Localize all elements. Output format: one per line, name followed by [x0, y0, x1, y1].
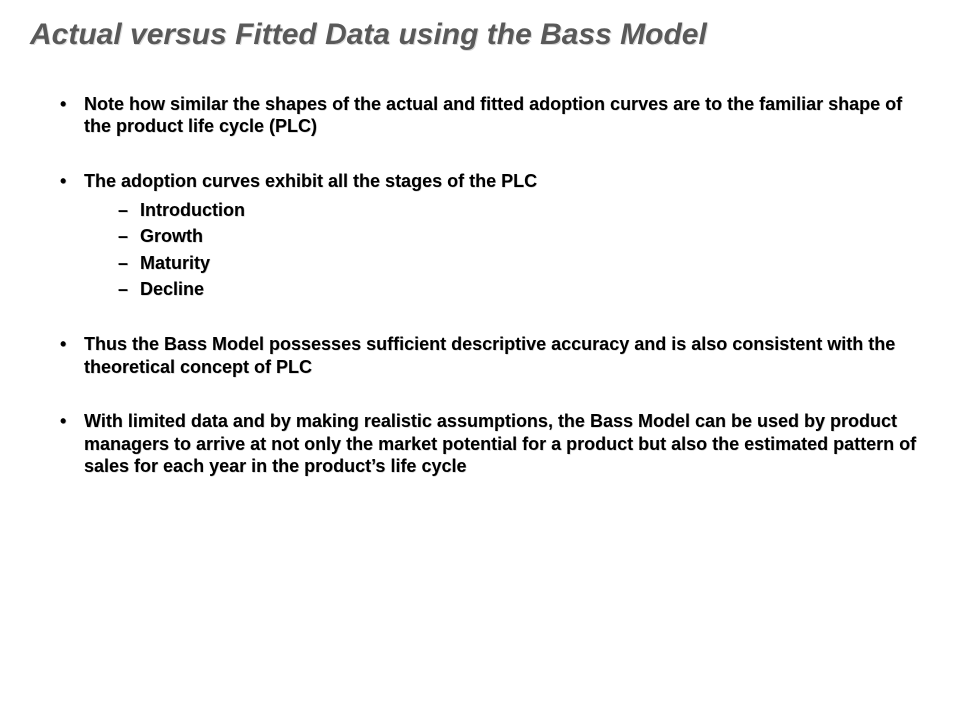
slide: Actual versus Fitted Data using the Bass… — [0, 0, 960, 720]
sub-bullet-text: Growth — [140, 226, 203, 246]
sub-bullet-item: Growth — [118, 224, 930, 248]
sub-bullet-item: Introduction — [118, 198, 930, 222]
sub-bullet-text: Maturity — [140, 253, 210, 273]
bullet-list: Note how similar the shapes of the actua… — [30, 93, 930, 478]
slide-title: Actual versus Fitted Data using the Bass… — [30, 18, 930, 53]
sub-bullet-item: Decline — [118, 277, 930, 301]
bullet-item: Thus the Bass Model possesses sufficient… — [60, 333, 930, 378]
bullet-text: The adoption curves exhibit all the stag… — [84, 171, 537, 191]
sub-bullet-text: Introduction — [140, 200, 245, 220]
bullet-item: The adoption curves exhibit all the stag… — [60, 170, 930, 302]
bullet-text: Note how similar the shapes of the actua… — [84, 94, 902, 137]
sub-bullet-text: Decline — [140, 279, 204, 299]
bullet-text: With limited data and by making realisti… — [84, 411, 916, 476]
bullet-text: Thus the Bass Model possesses sufficient… — [84, 334, 895, 377]
sub-bullet-list: Introduction Growth Maturity Decline — [84, 198, 930, 301]
bullet-item: With limited data and by making realisti… — [60, 410, 930, 478]
bullet-item: Note how similar the shapes of the actua… — [60, 93, 930, 138]
sub-bullet-item: Maturity — [118, 251, 930, 275]
